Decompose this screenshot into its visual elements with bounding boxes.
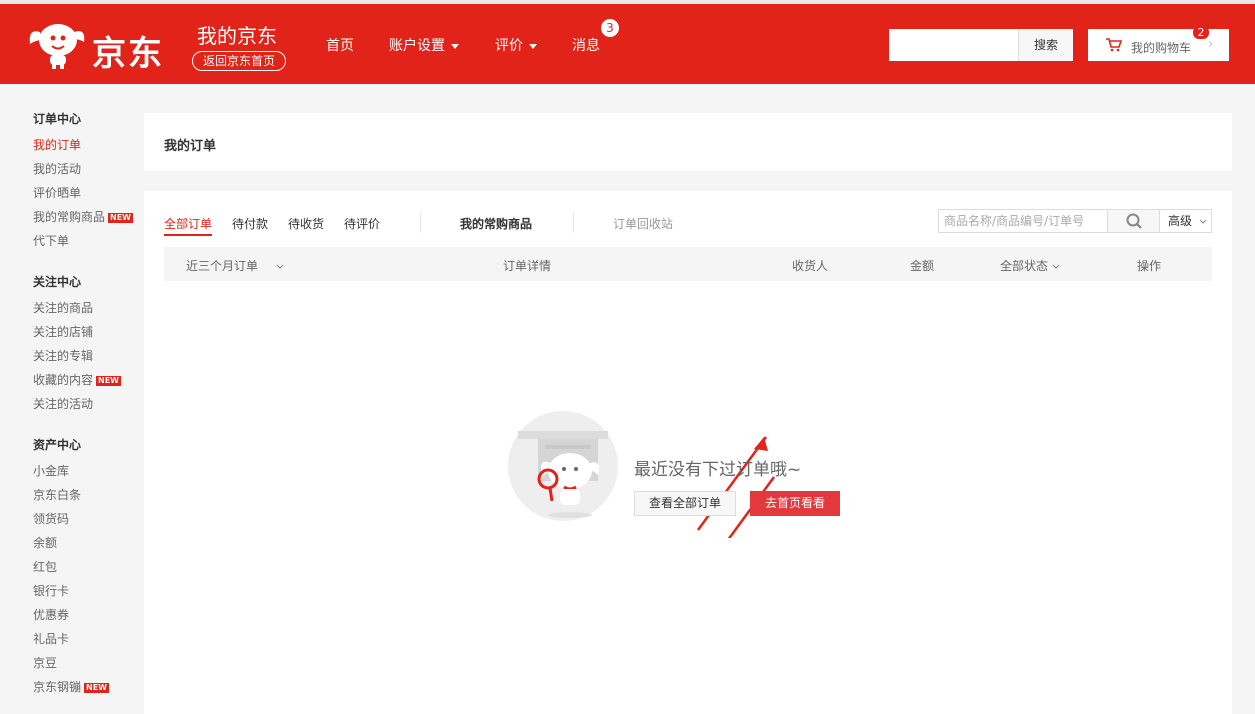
tab-divider bbox=[420, 213, 421, 233]
order-search-button[interactable] bbox=[1107, 209, 1160, 233]
jd-dog-empty-icon bbox=[518, 431, 608, 518]
sidebar-item-followed-albums[interactable]: 关注的专辑 bbox=[33, 347, 93, 364]
sidebar-item-jd-coins[interactable]: 京东钢镚 NEW bbox=[33, 678, 109, 695]
tab-pending-review[interactable]: 待评价 bbox=[344, 215, 380, 232]
new-badge: NEW bbox=[108, 212, 133, 223]
status-filter[interactable]: 全部状态 bbox=[1000, 257, 1060, 274]
annotation-arrow-icon bbox=[696, 436, 776, 538]
sidebar-item-pickup-code[interactable]: 领货码 bbox=[33, 510, 69, 527]
chevron-right-icon: › bbox=[1208, 37, 1214, 52]
sidebar-item-my-activities[interactable]: 我的活动 bbox=[33, 160, 81, 177]
page-title: 我的订单 bbox=[164, 139, 217, 154]
chevron-down-icon bbox=[276, 264, 284, 269]
nav-account-settings[interactable]: 账户设置 bbox=[389, 35, 459, 55]
column-action: 操作 bbox=[1137, 259, 1162, 273]
order-search-input[interactable]: 商品名称/商品编号/订单号 bbox=[938, 209, 1108, 233]
tab-frequent-goods[interactable]: 我的常购商品 bbox=[460, 215, 532, 232]
status-filter-label: 全部状态 bbox=[1000, 259, 1049, 273]
sidebar-group-title: 资产中心 bbox=[33, 438, 82, 452]
empty-message: 最近没有下过订单哦~ bbox=[634, 460, 802, 480]
message-count-badge: 3 bbox=[601, 19, 619, 37]
orders-table-header: 近三个月订单 订单详情 收货人 金额 全部状态 操作 bbox=[164, 247, 1212, 281]
sidebar-item-frequent-goods[interactable]: 我的常购商品 NEW bbox=[33, 208, 133, 225]
sidebar-item-my-orders[interactable]: 我的订单 bbox=[33, 136, 81, 153]
nav-review[interactable]: 评价 bbox=[495, 35, 537, 55]
sidebar-item-label: 收藏的内容 bbox=[33, 373, 94, 387]
nav-messages[interactable]: 消息 bbox=[572, 35, 600, 55]
sidebar-item-label: 京东钢镚 bbox=[33, 680, 82, 694]
tab-divider bbox=[573, 213, 574, 233]
page-title-panel: 我的订单 bbox=[144, 113, 1232, 171]
chevron-down-icon bbox=[1052, 264, 1060, 269]
advanced-search-button[interactable]: 高级 bbox=[1159, 209, 1212, 233]
search-button[interactable]: 搜索 bbox=[1018, 29, 1073, 61]
column-amount: 金额 bbox=[910, 259, 935, 273]
sidebar-item-bank-card[interactable]: 银行卡 bbox=[33, 582, 69, 599]
cart-icon bbox=[1106, 38, 1122, 52]
nav-label: 评价 bbox=[495, 38, 523, 54]
sidebar: 订单中心 我的订单 我的活动 评价晒单 我的常购商品 NEW 代下单 关注中心 关… bbox=[0, 84, 144, 714]
nav-label: 消息 bbox=[572, 38, 600, 54]
back-home-link[interactable]: 返回京东首页 bbox=[192, 51, 286, 71]
jd-logo[interactable]: 京东 bbox=[28, 18, 178, 74]
sidebar-group-title: 关注中心 bbox=[33, 275, 82, 289]
sidebar-item-favorites[interactable]: 收藏的内容 NEW bbox=[33, 371, 121, 388]
sidebar-item-baitiao[interactable]: 京东白条 bbox=[33, 486, 81, 503]
column-order-detail: 订单详情 bbox=[503, 259, 552, 273]
advanced-label: 高级 bbox=[1168, 214, 1193, 228]
logo-text: 京东 bbox=[92, 34, 164, 74]
column-receiver: 收货人 bbox=[792, 259, 829, 273]
cart-label: 我的购物车 bbox=[1131, 41, 1192, 55]
nav-home[interactable]: 首页 bbox=[326, 35, 354, 55]
chevron-down-icon bbox=[451, 43, 459, 49]
sidebar-item-followed-activities[interactable]: 关注的活动 bbox=[33, 395, 93, 412]
cart-count-badge: 2 bbox=[1193, 26, 1209, 39]
sidebar-item-followed-shops[interactable]: 关注的店铺 bbox=[33, 323, 93, 340]
tab-pending-receipt[interactable]: 待收货 bbox=[288, 215, 324, 232]
sidebar-item-reviews[interactable]: 评价晒单 bbox=[33, 184, 81, 201]
sidebar-group-title: 订单中心 bbox=[33, 112, 82, 126]
go-home-button[interactable]: 去首页看看 bbox=[750, 491, 840, 516]
empty-illustration bbox=[508, 411, 618, 521]
period-filter[interactable]: 近三个月订单 bbox=[186, 257, 284, 274]
sidebar-item-coupons[interactable]: 优惠券 bbox=[33, 606, 69, 623]
nav-label: 首页 bbox=[326, 38, 354, 54]
tab-pending-payment[interactable]: 待付款 bbox=[232, 215, 268, 232]
search-icon bbox=[1126, 213, 1142, 229]
chevron-down-icon bbox=[1199, 219, 1207, 224]
nav-label: 账户设置 bbox=[389, 38, 445, 54]
new-badge: NEW bbox=[84, 682, 109, 693]
tab-all-orders[interactable]: 全部订单 bbox=[164, 215, 213, 236]
cart-button[interactable]: 我的购物车 2 › bbox=[1088, 26, 1229, 61]
jd-dog-mascot-icon bbox=[29, 24, 85, 69]
sidebar-item-followed-goods[interactable]: 关注的商品 bbox=[33, 299, 93, 316]
sidebar-item-red-packet[interactable]: 红包 bbox=[33, 558, 57, 575]
sidebar-item-label: 我的常购商品 bbox=[33, 210, 106, 224]
top-header: 京东 我的京东 返回京东首页 首页 账户设置 评价 消息 3 搜索 我的购物车 … bbox=[0, 0, 1255, 84]
new-badge: NEW bbox=[96, 375, 121, 386]
sidebar-item-balance[interactable]: 余额 bbox=[33, 534, 57, 551]
sidebar-item-proxy-order[interactable]: 代下单 bbox=[33, 232, 69, 249]
tab-recycle-bin[interactable]: 订单回收站 bbox=[613, 215, 673, 232]
period-filter-label: 近三个月订单 bbox=[186, 259, 259, 273]
sidebar-item-vault[interactable]: 小金库 bbox=[33, 462, 69, 479]
view-all-orders-button[interactable]: 查看全部订单 bbox=[634, 491, 736, 516]
orders-panel: 全部订单 待付款 待收货 待评价 我的常购商品 订单回收站 商品名称/商品编号/… bbox=[144, 191, 1232, 714]
sidebar-item-gift-card[interactable]: 礼品卡 bbox=[33, 630, 69, 647]
chevron-down-icon bbox=[529, 43, 537, 49]
sidebar-item-jd-beans[interactable]: 京豆 bbox=[33, 654, 57, 671]
site-title: 我的京东 bbox=[197, 24, 277, 48]
